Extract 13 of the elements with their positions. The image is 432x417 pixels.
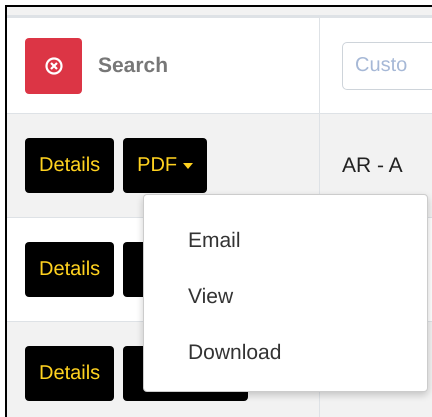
close-icon xyxy=(44,56,62,74)
details-button[interactable]: Details xyxy=(25,138,114,193)
menu-item[interactable]: Download xyxy=(144,340,427,396)
table-cell: AR - A xyxy=(342,154,403,178)
search-label: Search xyxy=(98,54,168,78)
filter-field[interactable]: Custo xyxy=(342,42,432,90)
caret-icon xyxy=(183,162,194,168)
details-button[interactable]: Details xyxy=(25,346,114,401)
clear-button[interactable] xyxy=(25,38,82,94)
menu-item[interactable]: View xyxy=(144,284,427,340)
menu-item[interactable]: Email xyxy=(144,228,427,284)
details-button[interactable]: Details xyxy=(25,242,114,297)
pdf-dropdown-button[interactable]: PDF xyxy=(123,138,208,193)
